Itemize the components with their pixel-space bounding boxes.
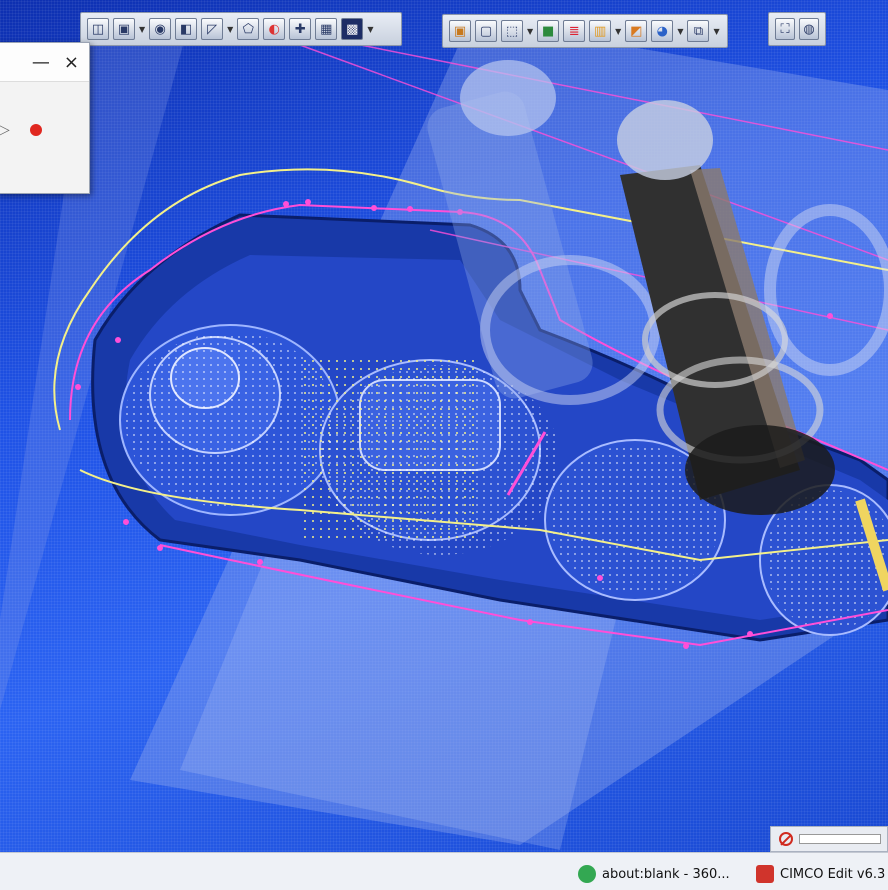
tool-ring-3: [685, 425, 835, 515]
3d-viewport[interactable]: [0, 0, 888, 890]
close-button[interactable]: ×: [64, 52, 79, 73]
chevron-down-icon[interactable]: ▼: [713, 27, 719, 36]
view-cube-icon[interactable]: ◫: [87, 18, 109, 40]
simulation-progress: [799, 834, 881, 844]
record-icon[interactable]: [29, 124, 42, 136]
chevron-down-icon[interactable]: ▼: [139, 25, 145, 34]
grid-icon[interactable]: ▦: [315, 18, 338, 40]
taskbar-item-cimco[interactable]: CIMCO Edit v6.3: [756, 861, 885, 887]
layout-icon[interactable]: ⧉: [687, 20, 710, 42]
palette-icon[interactable]: ◩: [625, 20, 648, 42]
cam-simulation-screen: ◫ ▣ ▼ ◉ ◧ ◸ ▼ ⬠ ◐ ✚ ▦ ▩ ▼ ▣ ▢ ⬚ ▼ ■ ≣ ▥ ▼ ◩ ◕…: [0, 0, 888, 890]
taskbar-item-label: CIMCO Edit v6.3: [780, 866, 886, 882]
holder-ghost-top: [460, 60, 556, 136]
fit-view-icon[interactable]: ⛶: [775, 18, 795, 40]
chevron-down-icon[interactable]: ▼: [615, 27, 621, 36]
taskbar-item-browser[interactable]: about:blank - 360...: [578, 861, 730, 887]
taskbar-item-label: about:blank - 360...: [602, 866, 730, 882]
cut-plane-icon[interactable]: ◸: [201, 18, 224, 40]
part-icon[interactable]: ▢: [475, 20, 497, 42]
layers-icon[interactable]: ≣: [563, 20, 586, 42]
stock-icon[interactable]: ▣: [449, 20, 471, 42]
chevron-down-icon[interactable]: ▼: [227, 25, 233, 34]
minimize-button[interactable]: —: [32, 52, 50, 73]
globe-icon[interactable]: ◍: [799, 18, 819, 40]
chevron-down-icon[interactable]: ▼: [367, 25, 373, 34]
cimco-icon: [756, 865, 774, 883]
taskbar: about:blank - 360... CIMCO Edit v6.3: [0, 852, 888, 890]
axis-icon[interactable]: ✚: [289, 18, 312, 40]
grid-dark-icon[interactable]: ▩: [341, 18, 364, 40]
status-strip: [770, 826, 888, 852]
toolpath-icon[interactable]: ▥: [589, 20, 612, 42]
chevron-down-icon[interactable]: ▼: [527, 27, 533, 36]
chevron-down-icon[interactable]: ▼: [677, 27, 683, 36]
render-mode-icon[interactable]: ◉: [149, 18, 172, 40]
tool-top: [617, 100, 713, 180]
shade-icon[interactable]: ◧: [175, 18, 198, 40]
stop-icon[interactable]: [779, 832, 793, 846]
color-icon[interactable]: ◐: [263, 18, 286, 40]
material-icon[interactable]: ⬠: [237, 18, 260, 40]
view-toolbar: ◫ ▣ ▼ ◉ ◧ ◸ ▼ ⬠ ◐ ✚ ▦ ▩ ▼: [80, 12, 402, 46]
playback-controls: ▷: [0, 82, 89, 138]
panel-titlebar: — ×: [0, 43, 89, 82]
toolpath-dots-left: [125, 332, 335, 508]
solid-icon[interactable]: ■: [537, 20, 560, 42]
select-icon[interactable]: ▣: [113, 18, 135, 40]
box-icon[interactable]: ⬚: [501, 20, 523, 42]
zoom-toolbar: ⛶ ◍: [768, 12, 826, 46]
sphere-icon[interactable]: ◕: [651, 20, 674, 42]
display-toolbar: ▣ ▢ ⬚ ▼ ■ ≣ ▥ ▼ ◩ ◕ ▼ ⧉ ▼: [442, 14, 728, 48]
browser-icon: [578, 865, 596, 883]
play-icon[interactable]: ▷: [0, 122, 10, 138]
simulation-control-panel: — × ▷: [0, 42, 90, 194]
